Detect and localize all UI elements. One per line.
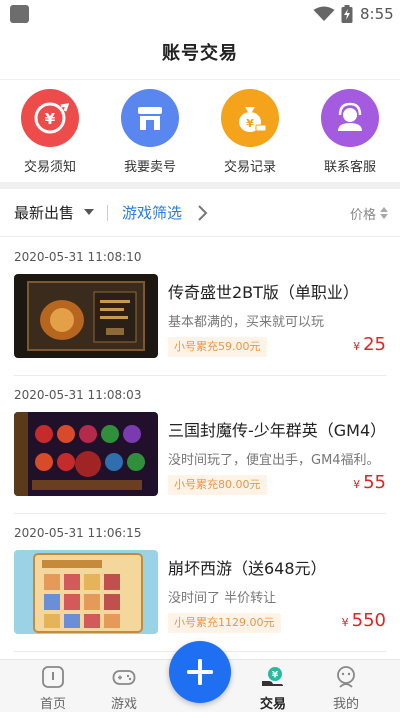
quick-entry-label: 我要卖号 bbox=[123, 160, 176, 175]
trade-icon: ¥ bbox=[262, 667, 283, 686]
money-bag-icon: ¥ bbox=[221, 89, 279, 147]
currency-symbol: ¥ bbox=[353, 340, 361, 353]
listing-time: 2020-05-31 11:06:15 bbox=[14, 526, 142, 540]
filter-bar: 最新出售 游戏筛选 价格 bbox=[0, 189, 400, 237]
quick-entry-row: ¥ 交易须知 我要卖号 ¥ 交易记录 联系客服 bbox=[0, 80, 400, 182]
price-value: 25 bbox=[363, 334, 386, 355]
shop-icon bbox=[121, 89, 179, 147]
listing-card[interactable]: 2020-05-31 11:08:03 三国封魔传-少年群英（GM4） 没时间玩… bbox=[0, 376, 400, 514]
svg-text:¥: ¥ bbox=[246, 117, 254, 130]
listing-thumbnail bbox=[14, 412, 158, 496]
filter-separator bbox=[107, 205, 108, 221]
notification-icon bbox=[10, 5, 29, 23]
wifi-icon bbox=[313, 6, 335, 21]
battery-icon bbox=[341, 5, 353, 23]
quick-entry-sell-account[interactable]: 我要卖号 bbox=[110, 89, 190, 175]
quick-entry-trade-rules[interactable]: ¥ 交易须知 bbox=[10, 89, 90, 175]
recharge-badge: 小号累充1129.00元 bbox=[168, 613, 281, 633]
trade-rules-icon: ¥ bbox=[21, 89, 79, 147]
svg-text:¥: ¥ bbox=[45, 110, 56, 128]
listing-title: 三国封魔传-少年群英（GM4） bbox=[168, 421, 387, 440]
listing-description: 没时间了 半价转让 bbox=[168, 591, 277, 606]
tab-label: 游戏 bbox=[110, 697, 137, 712]
plus-icon bbox=[187, 659, 213, 685]
listing-title: 传奇盛世2BT版（单职业） bbox=[168, 283, 359, 302]
profile-icon bbox=[337, 666, 355, 688]
tab-label: 交易 bbox=[259, 697, 286, 712]
listing-time: 2020-05-31 11:08:03 bbox=[14, 388, 142, 402]
page-header: 账号交易 bbox=[0, 28, 400, 80]
section-divider bbox=[0, 182, 400, 189]
listing-description: 基本都满的，买来就可以玩 bbox=[168, 315, 325, 330]
tab-games[interactable]: 游戏 bbox=[94, 660, 154, 712]
gamepad-icon bbox=[112, 670, 136, 685]
svg-text:¥: ¥ bbox=[272, 671, 279, 681]
price-sort-button[interactable]: 价格 bbox=[350, 204, 376, 223]
status-bar: 8:55 bbox=[0, 0, 400, 28]
sort-icon bbox=[380, 207, 388, 219]
quick-entry-trade-records[interactable]: ¥ 交易记录 bbox=[210, 89, 290, 175]
quick-entry-label: 交易记录 bbox=[223, 160, 276, 175]
caret-down-icon bbox=[84, 209, 94, 215]
listing-thumbnail bbox=[14, 550, 158, 634]
customer-service-icon bbox=[321, 89, 379, 147]
tab-label: 首页 bbox=[39, 697, 66, 712]
page-title: 账号交易 bbox=[162, 43, 238, 64]
listing-price: ¥25 bbox=[353, 334, 386, 355]
price-value: 550 bbox=[351, 610, 386, 631]
chevron-right-icon bbox=[198, 205, 208, 221]
listing-card[interactable]: 2020-05-31 11:06:15 崩坏西游（送648元） 没时间了 半价转… bbox=[0, 514, 400, 652]
recharge-badge: 小号累充80.00元 bbox=[168, 475, 267, 495]
listing-description: 没时间玩了，便宜出手，GM4福利。 bbox=[168, 453, 380, 468]
listing-title: 崩坏西游（送648元） bbox=[168, 559, 327, 578]
listing-card[interactable]: 2020-05-31 11:08:10 传奇盛世2BT版（单职业） 基本都满的，… bbox=[0, 238, 400, 376]
currency-symbol: ¥ bbox=[353, 478, 361, 491]
latest-sale-dropdown[interactable]: 最新出售 bbox=[14, 202, 74, 223]
price-value: 55 bbox=[363, 472, 386, 493]
quick-entry-label: 交易须知 bbox=[23, 160, 76, 175]
recharge-badge: 小号累充59.00元 bbox=[168, 337, 267, 357]
app-screen: 8:55 账号交易 ¥ 交易须知 我要卖号 ¥ 交易记录 联系客服 最新出售 游… bbox=[0, 0, 400, 712]
tab-trade[interactable]: ¥ 交易 bbox=[243, 660, 303, 712]
home-icon bbox=[42, 666, 64, 688]
listing-price: ¥55 bbox=[353, 472, 386, 493]
tab-mine[interactable]: 我的 bbox=[316, 660, 376, 712]
quick-entry-customer-service[interactable]: 联系客服 bbox=[310, 89, 390, 175]
add-listing-button[interactable] bbox=[169, 641, 231, 703]
listing-price: ¥550 bbox=[342, 610, 386, 631]
quick-entry-label: 联系客服 bbox=[323, 160, 376, 175]
currency-symbol: ¥ bbox=[341, 616, 349, 629]
game-filter-link[interactable]: 游戏筛选 bbox=[122, 202, 182, 223]
tab-home[interactable]: 首页 bbox=[23, 660, 83, 712]
tab-label: 我的 bbox=[332, 697, 359, 712]
listing-thumbnail bbox=[14, 274, 158, 358]
listing-time: 2020-05-31 11:08:10 bbox=[14, 250, 142, 264]
status-time: 8:55 bbox=[360, 5, 394, 23]
